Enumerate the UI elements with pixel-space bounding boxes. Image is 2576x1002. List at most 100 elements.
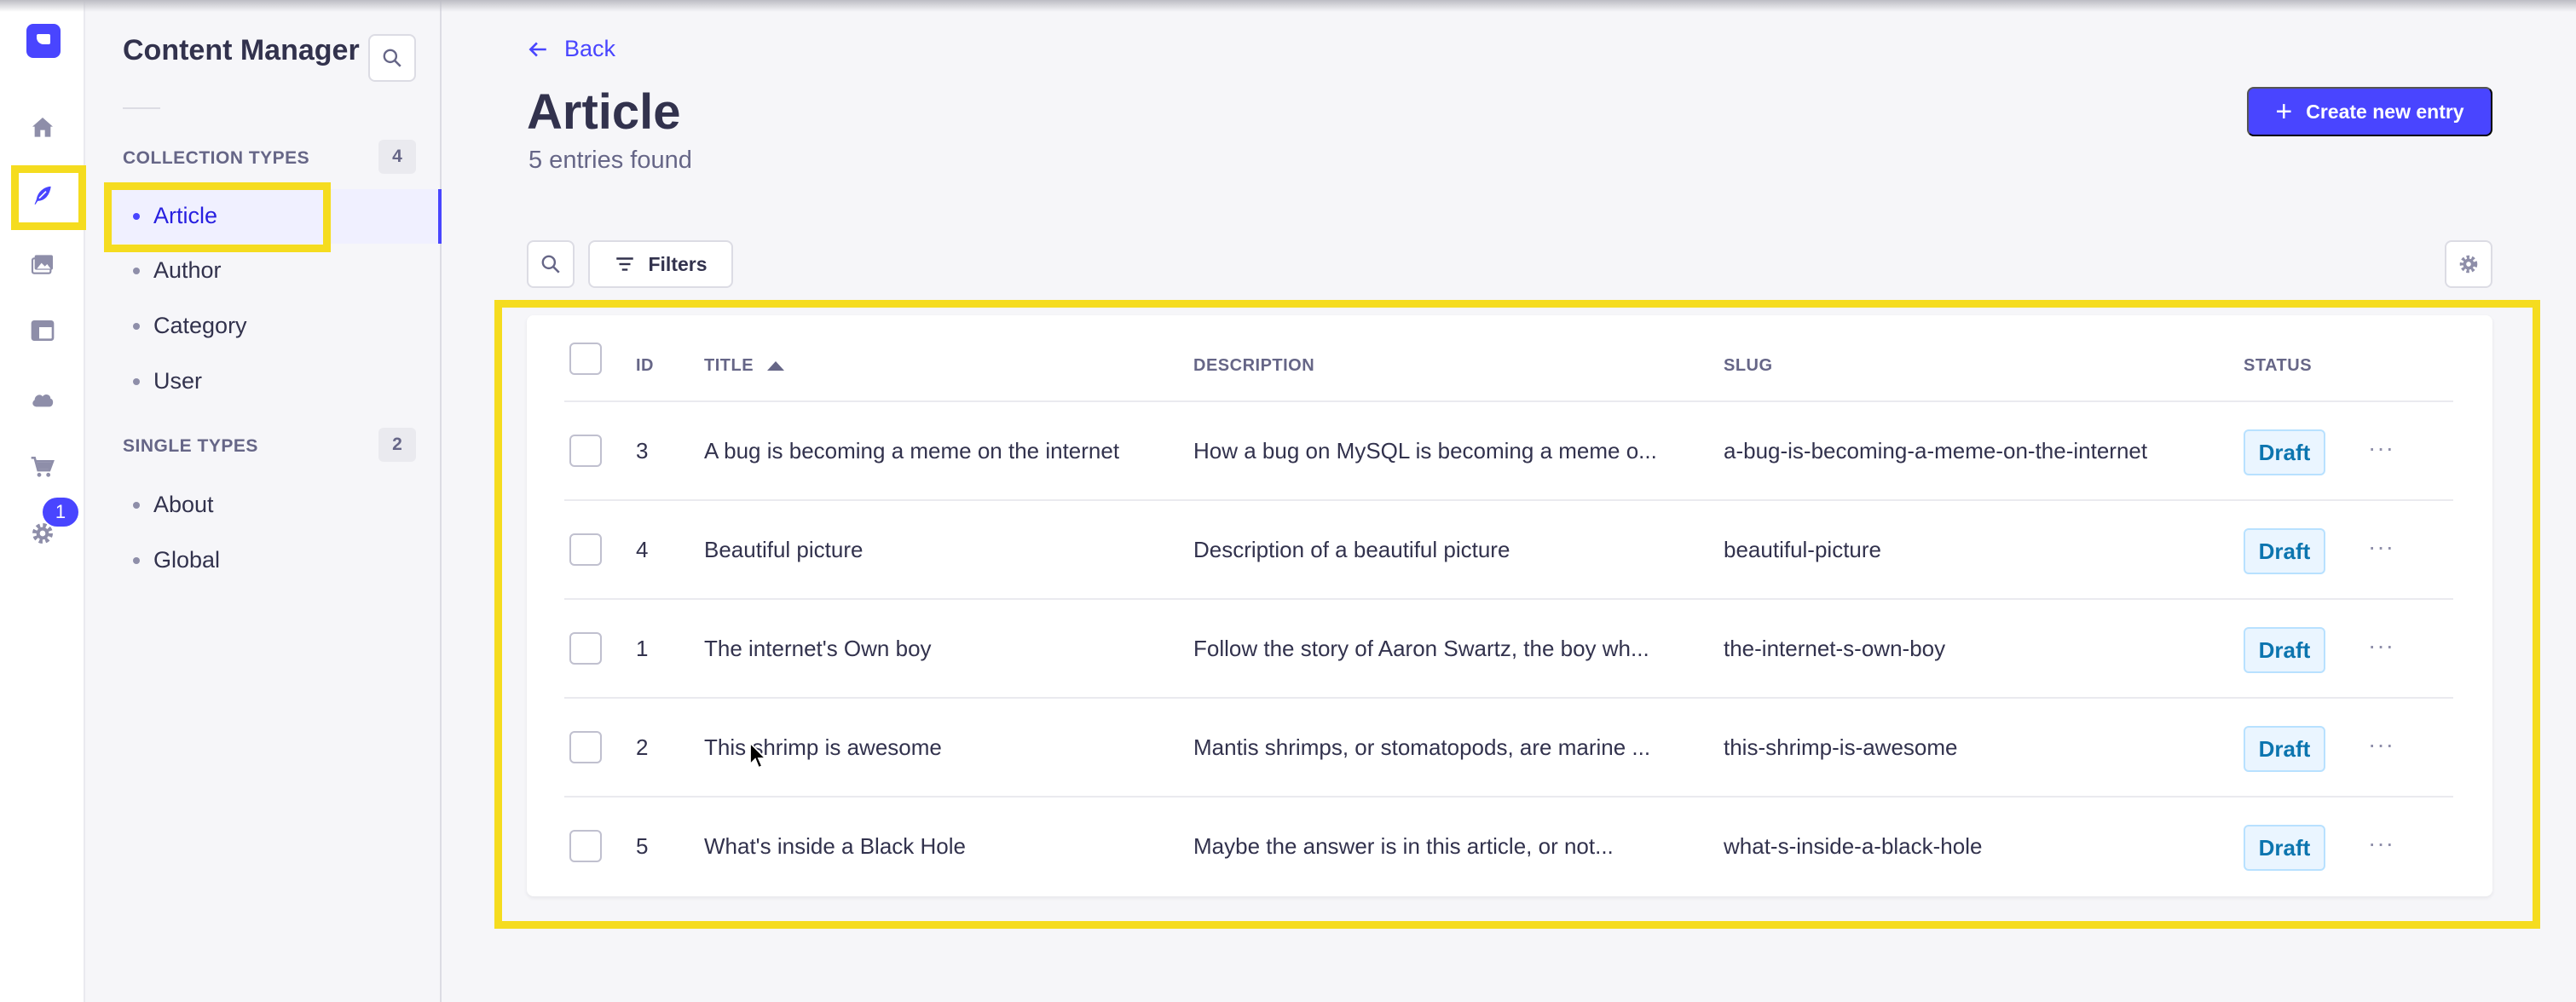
- subnav-item-category[interactable]: Category: [133, 313, 247, 339]
- more-actions-icon[interactable]: ···: [2368, 632, 2394, 659]
- entries-table: ID TITLE DESCRIPTION SLUG STATUS 3 A bug…: [527, 315, 2492, 896]
- mouse-cursor-icon: [749, 741, 768, 769]
- cell-id: 4: [636, 537, 649, 562]
- cell-slug: this-shrimp-is-awesome: [1724, 734, 1958, 760]
- single-types-count: 2: [378, 428, 416, 462]
- cell-title: What's inside a Black Hole: [704, 833, 966, 859]
- cell-title: The internet's Own boy: [704, 636, 932, 661]
- subnav-item-label: Author: [153, 257, 222, 283]
- bullet-icon: [133, 501, 140, 509]
- status-badge: Draft: [2244, 429, 2325, 475]
- collection-types-count: 4: [378, 140, 416, 174]
- subnav-item-author[interactable]: Author: [133, 257, 222, 284]
- more-actions-icon[interactable]: ···: [2368, 830, 2394, 857]
- subnav-item-article[interactable]: Article: [133, 203, 217, 229]
- row-checkbox[interactable]: [569, 632, 602, 665]
- subnav-divider: [123, 107, 160, 109]
- select-all-checkbox[interactable]: [569, 343, 602, 375]
- cell-description: Description of a beautiful picture: [1193, 537, 1510, 562]
- plus-icon: +: [2275, 95, 2293, 128]
- search-icon: [541, 255, 560, 274]
- subnav-item-label: Article: [153, 203, 218, 228]
- gear-icon: [2459, 255, 2478, 274]
- cell-slug: beautiful-picture: [1724, 537, 1881, 562]
- marketplace-icon[interactable]: [26, 450, 60, 484]
- subnav-item-about[interactable]: About: [133, 492, 214, 518]
- cell-description: How a bug on MySQL is becoming a meme o.…: [1193, 438, 1657, 464]
- column-header-description[interactable]: DESCRIPTION: [1193, 356, 1314, 376]
- notification-badge: 1: [43, 498, 78, 527]
- status-badge: Draft: [2244, 627, 2325, 673]
- table-row[interactable]: 4 Beautiful picture Description of a bea…: [564, 499, 2453, 598]
- row-checkbox[interactable]: [569, 435, 602, 467]
- status-badge: Draft: [2244, 528, 2325, 574]
- cell-title: A bug is becoming a meme on the internet: [704, 438, 1120, 464]
- content-type-builder-icon[interactable]: [26, 314, 60, 348]
- back-label: Back: [564, 36, 616, 61]
- subnav-item-global[interactable]: Global: [133, 547, 220, 573]
- column-header-title[interactable]: TITLE: [704, 356, 785, 376]
- cell-title: Beautiful picture: [704, 537, 863, 562]
- back-link[interactable]: Back: [527, 36, 615, 62]
- row-checkbox[interactable]: [569, 533, 602, 566]
- table-search-button[interactable]: [527, 240, 575, 288]
- subnav-item-label: About: [153, 492, 214, 517]
- more-actions-icon[interactable]: ···: [2368, 435, 2394, 462]
- entries-count: 5 entries found: [528, 147, 692, 174]
- main-nav-rail: 1: [0, 0, 85, 1002]
- single-types-label: SINGLE TYPES: [123, 436, 258, 456]
- more-actions-icon[interactable]: ···: [2368, 533, 2394, 561]
- arrow-left-icon: [528, 41, 546, 57]
- cell-description: Follow the story of Aaron Swartz, the bo…: [1193, 636, 1649, 661]
- bullet-icon: [133, 322, 140, 330]
- create-new-entry-button[interactable]: + Create new entry: [2247, 87, 2492, 136]
- create-new-entry-label: Create new entry: [2306, 100, 2464, 123]
- bullet-icon: [133, 267, 140, 274]
- cell-id: 3: [636, 438, 649, 464]
- table-row[interactable]: 3 A bug is becoming a meme on the intern…: [564, 400, 2453, 499]
- home-icon[interactable]: [26, 111, 60, 145]
- view-settings-button[interactable]: [2445, 240, 2492, 288]
- top-shadow: [0, 0, 2576, 12]
- bullet-icon: [133, 377, 140, 385]
- cell-slug: the-internet-s-own-boy: [1724, 636, 1946, 661]
- collection-types-label: COLLECTION TYPES: [123, 148, 310, 168]
- column-header-slug[interactable]: SLUG: [1724, 356, 1773, 376]
- cell-id: 5: [636, 833, 649, 859]
- status-badge: Draft: [2244, 825, 2325, 871]
- cell-slug: what-s-inside-a-black-hole: [1724, 833, 1983, 859]
- cloud-icon[interactable]: [26, 382, 60, 416]
- sort-ascending-icon: [767, 361, 785, 371]
- subnav-item-user[interactable]: User: [133, 368, 202, 394]
- bullet-icon: [133, 212, 140, 220]
- cell-id: 1: [636, 636, 649, 661]
- subnav-item-label: Category: [153, 313, 247, 338]
- media-library-icon[interactable]: [26, 247, 60, 281]
- row-checkbox[interactable]: [569, 731, 602, 763]
- content-manager-icon[interactable]: [26, 179, 60, 213]
- bullet-icon: [133, 556, 140, 564]
- row-checkbox[interactable]: [569, 830, 602, 862]
- subnav-title: Content Manager: [123, 34, 360, 66]
- page-title: Article: [527, 84, 681, 140]
- subnav-search-button[interactable]: [368, 34, 416, 82]
- table-row[interactable]: 5 What's inside a Black Hole Maybe the a…: [564, 796, 2453, 895]
- cell-id: 2: [636, 734, 649, 760]
- content-manager-subnav: Content Manager COLLECTION TYPES 4 Artic…: [85, 0, 442, 1002]
- subnav-item-label: User: [153, 368, 203, 394]
- filters-button[interactable]: Filters: [588, 240, 733, 288]
- table-row[interactable]: 2 This shrimp is awesome Mantis shrimps,…: [564, 697, 2453, 796]
- logo-icon[interactable]: [26, 24, 61, 58]
- subnav-item-label: Global: [153, 547, 221, 573]
- search-icon: [383, 49, 401, 67]
- column-header-status[interactable]: STATUS: [2244, 356, 2312, 376]
- cell-description: Maybe the answer is in this article, or …: [1193, 833, 1614, 859]
- table-row[interactable]: 1 The internet's Own boy Follow the stor…: [564, 598, 2453, 697]
- more-actions-icon[interactable]: ···: [2368, 731, 2394, 758]
- filter-icon: [616, 257, 634, 271]
- status-badge: Draft: [2244, 726, 2325, 772]
- cell-slug: a-bug-is-becoming-a-meme-on-the-internet: [1724, 438, 2148, 464]
- column-header-id[interactable]: ID: [636, 356, 654, 376]
- cell-description: Mantis shrimps, or stomatopods, are mari…: [1193, 734, 1651, 760]
- cell-title: This shrimp is awesome: [704, 734, 942, 760]
